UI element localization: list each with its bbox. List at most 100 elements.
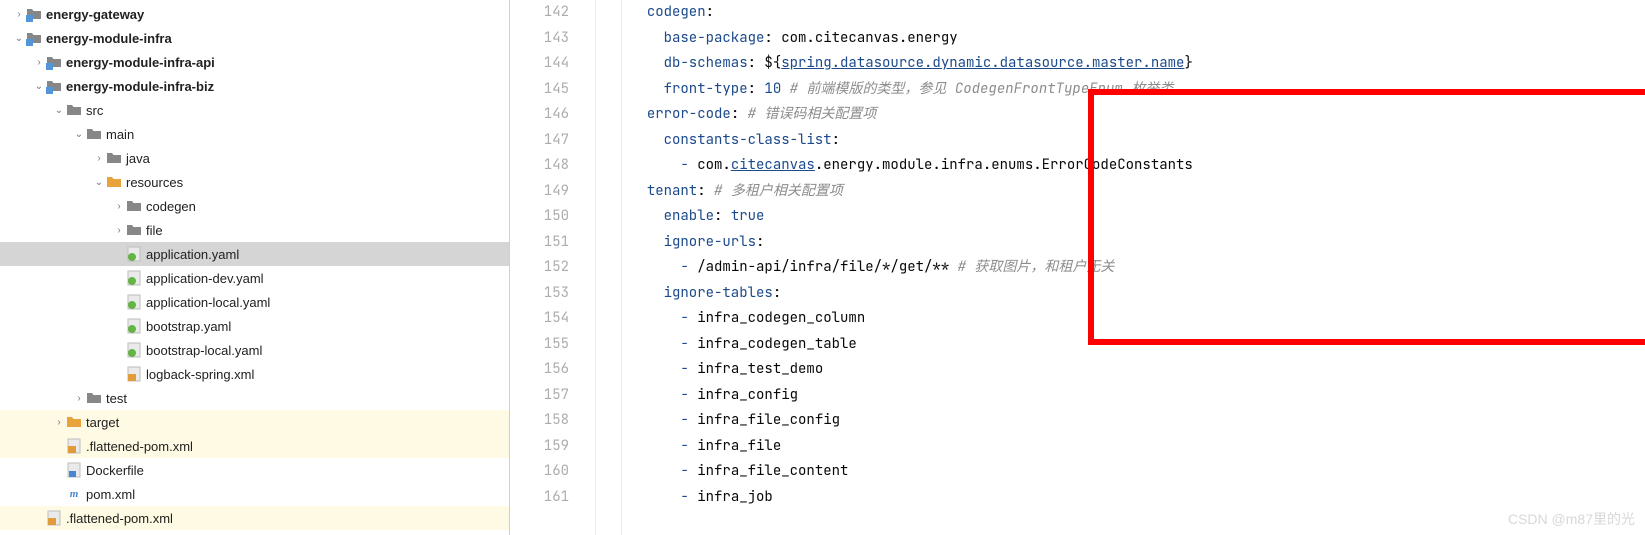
code-line[interactable]: ignore-urls:: [630, 230, 1645, 256]
token-link: spring.datasource.dynamic.datasource.mas…: [781, 54, 1184, 72]
code-line[interactable]: - infra_file_config: [630, 408, 1645, 434]
tree-label: Dockerfile: [86, 463, 144, 478]
line-number: 150: [510, 204, 569, 230]
line-number: 156: [510, 357, 569, 383]
tree-item[interactable]: › energy-gateway: [0, 2, 509, 26]
tree-item[interactable]: ›test: [0, 386, 509, 410]
tree-label: main: [106, 127, 134, 142]
code-line[interactable]: db-schemas: ${spring.datasource.dynamic.…: [630, 51, 1645, 77]
code-line[interactable]: - infra_file: [630, 434, 1645, 460]
yaml-file-icon: [126, 294, 142, 310]
token-comm: # 获取图片，和租户无关: [958, 258, 1115, 276]
project-tree[interactable]: ›energy-gateway⌄energy-module-infra›ener…: [0, 0, 510, 535]
code-line[interactable]: error-code: # 错误码相关配置项: [630, 102, 1645, 128]
code-line[interactable]: - infra_config: [630, 383, 1645, 409]
tree-item[interactable]: application-local.yaml: [0, 290, 509, 314]
code-line[interactable]: enable: true: [630, 204, 1645, 230]
code-line[interactable]: - infra_codegen_column: [630, 306, 1645, 332]
expand-arrow-icon[interactable]: ›: [112, 201, 126, 212]
expand-arrow-icon[interactable]: ⌄: [52, 105, 66, 116]
pom-file-icon: m: [66, 486, 82, 502]
token-plain: [630, 309, 680, 327]
expand-arrow-icon[interactable]: ›: [92, 153, 106, 164]
code-line[interactable]: - infra_file_content: [630, 459, 1645, 485]
tree-label: energy-module-infra-biz: [66, 79, 214, 94]
token-dash: -: [680, 156, 697, 174]
expand-arrow-icon[interactable]: ⌄: [92, 177, 106, 188]
tree-item[interactable]: application-dev.yaml: [0, 266, 509, 290]
tree-item[interactable]: ⌄ main: [0, 122, 509, 146]
tree-item[interactable]: Dockerfile: [0, 458, 509, 482]
tree-label: application.yaml: [146, 247, 239, 262]
line-number: 153: [510, 281, 569, 307]
expand-arrow-icon[interactable]: ›: [32, 57, 46, 68]
tree-item[interactable]: .flattened-pom.xml: [0, 506, 509, 530]
code-line[interactable]: ignore-tables:: [630, 281, 1645, 307]
token-plain: }: [1184, 54, 1192, 72]
code-area[interactable]: codegen: base-package: com.citecanvas.en…: [622, 0, 1645, 535]
tree-item[interactable]: bootstrap-local.yaml: [0, 338, 509, 362]
tree-label: java: [126, 151, 150, 166]
folder-icon: [86, 390, 102, 406]
folder-icon: [126, 222, 142, 238]
token-comm: # 前端模版的类型，参见 CodegenFrontTypeEnum 枚举类: [781, 80, 1173, 98]
tree-label: bootstrap.yaml: [146, 319, 231, 334]
xml-file-icon: [46, 510, 62, 526]
tree-item[interactable]: ⌄src: [0, 98, 509, 122]
tree-item[interactable]: m pom.xml: [0, 482, 509, 506]
tree-item[interactable]: › target: [0, 410, 509, 434]
token-key: codegen: [647, 3, 706, 21]
code-line[interactable]: constants-class-list:: [630, 128, 1645, 154]
resources-folder-icon: [106, 174, 122, 190]
expand-arrow-icon[interactable]: ⌄: [12, 33, 26, 44]
token-plain: [630, 386, 680, 404]
tree-label: target: [86, 415, 119, 430]
tree-item[interactable]: ›file: [0, 218, 509, 242]
token-plain: .energy.module.infra.enums.ErrorCodeCons…: [815, 156, 1193, 174]
token-dash: -: [680, 462, 697, 480]
tree-item[interactable]: application.yaml: [0, 242, 509, 266]
token-key: constants-class-list: [664, 131, 832, 149]
tree-item[interactable]: .flattened-pom.xml: [0, 434, 509, 458]
line-number: 146: [510, 102, 569, 128]
code-line[interactable]: - infra_codegen_table: [630, 332, 1645, 358]
fold-gutter[interactable]: [596, 0, 622, 535]
token-plain: infra_config: [697, 386, 798, 404]
code-line[interactable]: - com.citecanvas.energy.module.infra.enu…: [630, 153, 1645, 179]
tree-item[interactable]: ⌄ energy-module-infra-biz: [0, 74, 509, 98]
token-plain: infra_test_demo: [697, 360, 823, 378]
tree-item[interactable]: ›codegen: [0, 194, 509, 218]
expand-arrow-icon[interactable]: ›: [52, 417, 66, 428]
code-line[interactable]: codegen:: [630, 0, 1645, 26]
code-line[interactable]: front-type: 10 # 前端模版的类型，参见 CodegenFront…: [630, 77, 1645, 103]
token-dash: -: [680, 309, 697, 327]
line-number: 151: [510, 230, 569, 256]
code-line[interactable]: tenant: # 多租户相关配置项: [630, 179, 1645, 205]
code-editor[interactable]: 1421431441451461471481491501511521531541…: [510, 0, 1645, 535]
expand-arrow-icon[interactable]: ⌄: [32, 81, 46, 92]
tree-item[interactable]: logback-spring.xml: [0, 362, 509, 386]
code-line[interactable]: base-package: com.citecanvas.energy: [630, 26, 1645, 52]
expand-arrow-icon[interactable]: ›: [112, 225, 126, 236]
token-plain: infra_codegen_table: [697, 335, 857, 353]
code-line[interactable]: - infra_test_demo: [630, 357, 1645, 383]
tree-label: energy-gateway: [46, 7, 144, 22]
tree-item[interactable]: ⌄resources: [0, 170, 509, 194]
expand-arrow-icon[interactable]: ›: [12, 9, 26, 20]
line-number: 152: [510, 255, 569, 281]
code-line[interactable]: - infra_job: [630, 485, 1645, 511]
expand-arrow-icon[interactable]: ⌄: [72, 129, 86, 140]
tree-item[interactable]: ›energy-module-infra-api: [0, 50, 509, 74]
token-plain: infra_job: [697, 488, 773, 506]
token-plain: :: [832, 131, 840, 149]
code-line[interactable]: - /admin-api/infra/file/*/get/** # 获取图片，…: [630, 255, 1645, 281]
expand-arrow-icon[interactable]: ›: [72, 393, 86, 404]
tree-item[interactable]: ⌄energy-module-infra: [0, 26, 509, 50]
tree-label: pom.xml: [86, 487, 135, 502]
line-gutter: 1421431441451461471481491501511521531541…: [510, 0, 596, 535]
tree-item[interactable]: bootstrap.yaml: [0, 314, 509, 338]
tree-item[interactable]: › java: [0, 146, 509, 170]
token-plain: [630, 182, 647, 200]
line-number: 159: [510, 434, 569, 460]
yaml-file-icon: [126, 342, 142, 358]
